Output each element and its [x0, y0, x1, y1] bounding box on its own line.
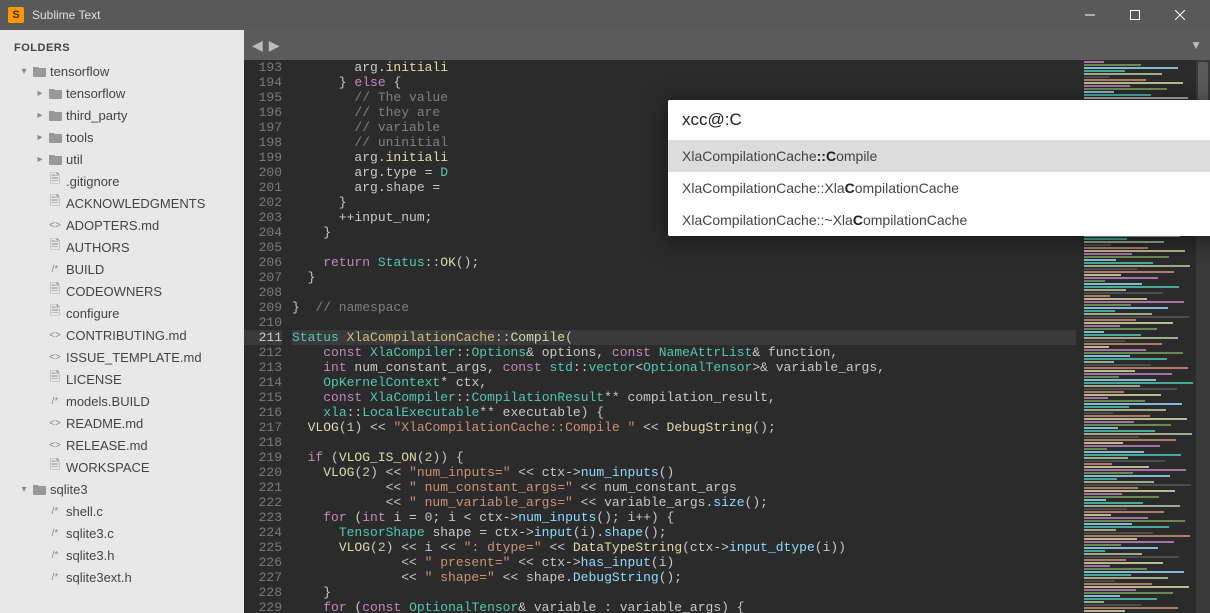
folder-icon [46, 110, 64, 121]
file-build[interactable]: /*BUILD [10, 258, 240, 280]
folder-icon [30, 66, 48, 77]
folder-icon [46, 154, 64, 165]
disclosure-triangle-icon[interactable]: ▸ [34, 132, 46, 143]
folder-icon [30, 484, 48, 495]
window-title: Sublime Text [32, 8, 1067, 22]
disclosure-triangle-icon[interactable]: ▾ [18, 484, 30, 495]
goto-result-item[interactable]: XlaCompilationCache::~XlaCompilationCach… [668, 204, 1210, 236]
code-file-icon: /* [46, 506, 64, 517]
tree-item-label: AUTHORS [66, 240, 130, 255]
disclosure-triangle-icon[interactable]: ▸ [34, 110, 46, 121]
sidebar-header: FOLDERS [0, 30, 244, 60]
tree-item-label: CODEOWNERS [66, 284, 162, 299]
tree-item-label: tensorflow [66, 86, 125, 101]
tree-item-label: ADOPTERS.md [66, 218, 159, 233]
sidebar: FOLDERS ▾ tensorflow ▸ tensorflow ▸ third_par… [0, 30, 244, 613]
goto-input[interactable] [668, 100, 1210, 140]
tree-item-label: BUILD [66, 262, 104, 277]
markdown-icon: <> [46, 440, 64, 451]
folder-third-party[interactable]: ▸ third_party [10, 104, 240, 126]
disclosure-triangle-icon[interactable]: ▸ [34, 154, 46, 165]
file-models-build[interactable]: /*models.BUILD [10, 390, 240, 412]
file-sqlite3-c[interactable]: /*sqlite3.c [10, 522, 240, 544]
markdown-icon: <> [46, 418, 64, 429]
tree-item-label: CONTRIBUTING.md [66, 328, 187, 343]
file-icon: 🗎 [46, 302, 64, 324]
file-acknowledgments[interactable]: 🗎ACKNOWLEDGMENTS [10, 192, 240, 214]
editor-area: ◀ ▶ ▼ 1931941951961971981992002012022032… [244, 30, 1210, 613]
tree-item-label: README.md [66, 416, 143, 431]
minimize-button[interactable] [1067, 0, 1112, 30]
markdown-icon: <> [46, 220, 64, 231]
tree-item-label: ISSUE_TEMPLATE.md [66, 350, 202, 365]
code-file-icon: /* [46, 264, 64, 275]
file-shell-c[interactable]: /*shell.c [10, 500, 240, 522]
tree-item-label: sqlite3.c [66, 526, 114, 541]
folder-icon [46, 132, 64, 143]
markdown-icon: <> [46, 330, 64, 341]
disclosure-triangle-icon[interactable]: ▸ [34, 88, 46, 99]
file-issue-template-md[interactable]: <>ISSUE_TEMPLATE.md [10, 346, 240, 368]
file-icon: 🗎 [46, 170, 64, 192]
file-adopters-md[interactable]: <>ADOPTERS.md [10, 214, 240, 236]
tree-item-label: util [66, 152, 83, 167]
folder-sqlite3[interactable]: ▾ sqlite3 [10, 478, 240, 500]
code-file-icon: /* [46, 572, 64, 583]
nav-forward-icon[interactable]: ▶ [269, 37, 280, 54]
folder-util[interactable]: ▸ util [10, 148, 240, 170]
code-file-icon: /* [46, 550, 64, 561]
nav-back-icon[interactable]: ◀ [252, 37, 263, 54]
code-file-icon: /* [46, 396, 64, 407]
tree-item-label: sqlite3 [50, 482, 88, 497]
close-button[interactable] [1157, 0, 1202, 30]
file--gitignore[interactable]: 🗎.gitignore [10, 170, 240, 192]
tree-item-label: sqlite3.h [66, 548, 114, 563]
file-icon: 🗎 [46, 280, 64, 302]
file-workspace[interactable]: 🗎WORKSPACE [10, 456, 240, 478]
tree-item-label: tools [66, 130, 93, 145]
folder-tools[interactable]: ▸ tools [10, 126, 240, 148]
tree-item-label: configure [66, 306, 119, 321]
tree-item-label: tensorflow [50, 64, 109, 79]
markdown-icon: <> [46, 352, 64, 363]
tree-item-label: LICENSE [66, 372, 122, 387]
tree-item-label: ACKNOWLEDGMENTS [66, 196, 205, 211]
file-readme-md[interactable]: <>README.md [10, 412, 240, 434]
line-gutter: 1931941951961971981992002012022032042052… [244, 60, 292, 613]
file-icon: 🗎 [46, 236, 64, 258]
tree-item-label: WORKSPACE [66, 460, 150, 475]
tree-item-label: .gitignore [66, 174, 119, 189]
folder-icon [46, 88, 64, 99]
maximize-button[interactable] [1112, 0, 1157, 30]
app-logo: S [8, 7, 24, 23]
disclosure-triangle-icon[interactable]: ▾ [18, 66, 30, 77]
file-icon: 🗎 [46, 192, 64, 214]
file-sqlite3ext-h[interactable]: /*sqlite3ext.h [10, 566, 240, 588]
goto-results: XlaCompilationCache::CompileXlaCompilati… [668, 140, 1210, 236]
tree-item-label: sqlite3ext.h [66, 570, 132, 585]
goto-result-item[interactable]: XlaCompilationCache::Compile [668, 140, 1210, 172]
tree-item-label: shell.c [66, 504, 103, 519]
tab-menu-icon[interactable]: ▼ [1190, 38, 1202, 52]
file-sqlite3-h[interactable]: /*sqlite3.h [10, 544, 240, 566]
title-bar: S Sublime Text [0, 0, 1210, 30]
folder-tensorflow[interactable]: ▾ tensorflow [10, 60, 240, 82]
folder-tensorflow[interactable]: ▸ tensorflow [10, 82, 240, 104]
file-contributing-md[interactable]: <>CONTRIBUTING.md [10, 324, 240, 346]
file-authors[interactable]: 🗎AUTHORS [10, 236, 240, 258]
tab-bar: ◀ ▶ ▼ [244, 30, 1210, 60]
goto-result-item[interactable]: XlaCompilationCache::XlaCompilationCache [668, 172, 1210, 204]
file-license[interactable]: 🗎LICENSE [10, 368, 240, 390]
tree-item-label: RELEASE.md [66, 438, 148, 453]
file-release-md[interactable]: <>RELEASE.md [10, 434, 240, 456]
file-codeowners[interactable]: 🗎CODEOWNERS [10, 280, 240, 302]
tree-item-label: models.BUILD [66, 394, 150, 409]
goto-symbol-overlay: XlaCompilationCache::CompileXlaCompilati… [668, 100, 1210, 236]
folder-tree: ▾ tensorflow ▸ tensorflow ▸ third_party ▸ tools… [0, 60, 244, 596]
code-file-icon: /* [46, 528, 64, 539]
file-icon: 🗎 [46, 456, 64, 478]
file-icon: 🗎 [46, 368, 64, 390]
file-configure[interactable]: 🗎configure [10, 302, 240, 324]
tree-item-label: third_party [66, 108, 127, 123]
